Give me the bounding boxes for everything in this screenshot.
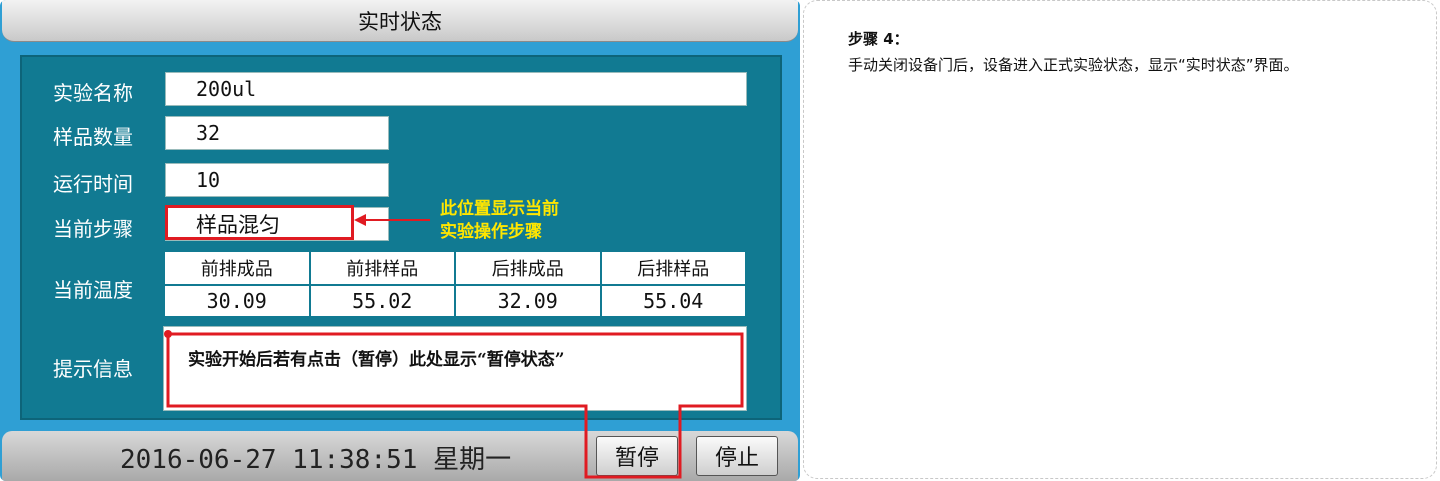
step-description: 手动关闭设备门后，设备进入正式实验状态，显示“实时状态”界面。 [848,56,1299,74]
pause-highlight-outline [164,330,744,479]
step-title: 步骤 4： [848,30,909,48]
device-screen: 实时状态 实验名称 200ul 样品数量 32 运行时间 10 当前步骤 样品混… [0,0,800,481]
